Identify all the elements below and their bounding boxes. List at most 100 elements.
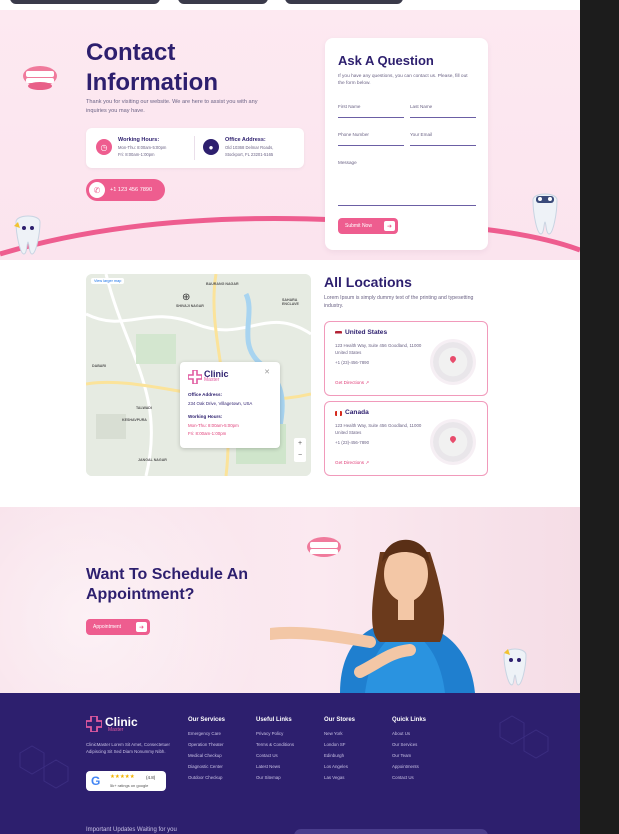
working-hours-line: Fri: 8:00am-1:00pm bbox=[118, 151, 155, 157]
footer-column-services: Our Services Emergency Care Operation Th… bbox=[188, 717, 225, 786]
get-directions-link[interactable]: Get Directions ↗ bbox=[335, 460, 369, 466]
phone-icon: ✆ bbox=[89, 182, 105, 198]
location-card: Canada 123 Health Way, Suite 456 Goodlan… bbox=[324, 401, 488, 476]
footer-column-stores: Our Stores New York London SF Edinburgh … bbox=[324, 717, 355, 786]
location-icon: ● bbox=[203, 139, 219, 155]
footer-description: ClinicMaster Lorem Sit Amet, Consectetue… bbox=[86, 742, 170, 754]
google-icon: G bbox=[91, 774, 101, 788]
footer-column-useful-links: Useful Links Privacy Policy Terms & Cond… bbox=[256, 717, 294, 786]
map-embed[interactable]: View larger map BAURANG NAGAR SAHARA ENC… bbox=[86, 274, 311, 476]
mini-map bbox=[433, 422, 473, 462]
get-directions-link[interactable]: Get Directions ↗ bbox=[335, 380, 369, 386]
close-icon[interactable]: ✕ bbox=[264, 368, 270, 376]
locations-section: View larger map BAURANG NAGAR SAHARA ENC… bbox=[0, 260, 580, 507]
google-rating-badge[interactable]: G ★★★★★ (4.8) 5k+ ratings on google bbox=[86, 771, 166, 791]
footer-column-heading: Useful Links bbox=[256, 717, 292, 723]
popup-hours-line: Mon-Thu: 8:00am-5:00pm bbox=[188, 423, 239, 428]
mini-map bbox=[433, 342, 473, 382]
office-address-line: Old 10368 Delmar Roads, bbox=[225, 145, 274, 150]
map-label: BAURANG NAGAR bbox=[206, 282, 239, 286]
info-card: ◷ Working Hours: Mon-Thu: 8:00am-5:00pm … bbox=[86, 128, 304, 168]
rating-stars: ★★★★★ bbox=[110, 774, 135, 780]
popup-office-label: Office Address: bbox=[188, 392, 223, 397]
phone-number: +1 123 456 7890 bbox=[110, 187, 153, 193]
location-address: 123 Health Way, Suite 456 Goodland, 1100… bbox=[335, 343, 422, 355]
working-hours: ◷ Working Hours: Mon-Thu: 8:00am-5:00pm … bbox=[96, 137, 166, 158]
footer-link[interactable]: About Us bbox=[392, 731, 426, 742]
top-nav-pill[interactable] bbox=[178, 0, 268, 4]
footer-link[interactable]: Terms & Conditions bbox=[256, 742, 294, 753]
form-subtitle: If you have any questions, you can conta… bbox=[338, 74, 468, 86]
footer: Clinic Master ClinicMaster Lorem Sit Ame… bbox=[0, 693, 580, 834]
popup-hours-line: Fri: 8:00am-1:00pm bbox=[188, 431, 227, 436]
map-label: SHIVAJI NAGAR bbox=[176, 304, 204, 308]
doctor-illustration bbox=[270, 539, 475, 693]
arrow-right-icon: ➜ bbox=[384, 221, 395, 231]
appointment-button[interactable]: Appointment ➜ bbox=[86, 619, 150, 635]
footer-link[interactable]: Medical Checkup bbox=[188, 753, 225, 764]
footer-link[interactable]: Appointments bbox=[392, 764, 426, 775]
footer-link[interactable]: Emergency Care bbox=[188, 731, 225, 742]
popup-hours-label: Working Hours: bbox=[188, 414, 223, 419]
us-flag-icon bbox=[335, 331, 342, 336]
footer-link[interactable]: Las Vegas bbox=[324, 775, 355, 786]
footer-link[interactable]: London SF bbox=[324, 742, 355, 753]
newsletter-input[interactable] bbox=[294, 829, 488, 834]
map-info-popup: Clinic Master ✕ Office Address: 234 Oak … bbox=[180, 362, 280, 448]
footer-link[interactable]: Contact Us bbox=[256, 753, 294, 764]
question-form: Ask A Question If you have any questions… bbox=[325, 38, 488, 250]
appointment-section: Want To Schedule An Appointment? Appoint… bbox=[0, 507, 580, 693]
submit-button[interactable]: Submit Now ➜ bbox=[338, 218, 398, 234]
working-hours-line: Mon-Thu: 8:00am-5:00pm bbox=[118, 145, 167, 150]
footer-column-heading: Our Stores bbox=[324, 717, 356, 723]
message-field[interactable]: Message bbox=[338, 160, 476, 206]
last-name-field[interactable]: Last Name bbox=[410, 104, 476, 118]
footer-link[interactable]: Diagnostic Center bbox=[188, 764, 225, 775]
footer-link[interactable]: Our Services bbox=[392, 742, 426, 753]
footer-link[interactable]: Privacy Policy bbox=[256, 731, 294, 742]
locations-title: All Locations bbox=[324, 274, 412, 290]
view-larger-map-link[interactable]: View larger map bbox=[91, 278, 125, 284]
locations-subtitle: Lorem Ipsum is simply dummy text of the … bbox=[324, 295, 474, 309]
clinic-logo-icon bbox=[188, 370, 202, 384]
appointment-title: Want To Schedule An Appointment? bbox=[86, 566, 249, 603]
form-title: Ask A Question bbox=[338, 53, 434, 68]
footer-link[interactable]: Outdoor Checkup bbox=[188, 775, 225, 786]
first-name-field[interactable]: First Name bbox=[338, 104, 404, 118]
footer-link[interactable]: Our Team bbox=[392, 753, 426, 764]
footer-link[interactable]: Our Sitemap bbox=[256, 775, 294, 786]
phone-number-field[interactable]: Phone Number bbox=[338, 132, 404, 146]
tooth-mascot-icon bbox=[532, 193, 558, 235]
footer-link[interactable]: Edinburgh bbox=[324, 753, 355, 764]
top-nav-pill[interactable] bbox=[285, 0, 403, 4]
page: Contact Information Thank you for visiti… bbox=[0, 0, 580, 834]
location-name: United States bbox=[345, 329, 388, 336]
location-phone: +1 (23)-456-7890 bbox=[335, 360, 370, 365]
email-field[interactable]: Your Email bbox=[410, 132, 476, 146]
contact-subtitle: Thank you for visiting our website. We a… bbox=[86, 99, 258, 114]
footer-link[interactable]: Los Angeles bbox=[324, 764, 355, 775]
footer-link[interactable]: Operation Theater bbox=[188, 742, 225, 753]
appointment-label: Appointment bbox=[93, 624, 122, 630]
footer-link[interactable]: Latest News bbox=[256, 764, 294, 775]
map-label: SAHARA ENCLAVE bbox=[282, 298, 299, 306]
tooth-mascot-icon bbox=[503, 648, 527, 686]
footer-brand-sub: Master bbox=[108, 727, 124, 733]
office-address-title: Office Address: bbox=[225, 137, 266, 143]
teeth-icon bbox=[23, 66, 57, 90]
map-label: TALWADI bbox=[136, 406, 152, 410]
map-zoom-control[interactable]: + − bbox=[294, 438, 306, 462]
rating-value: (4.8) bbox=[146, 775, 156, 780]
footer-link[interactable]: New York bbox=[324, 731, 355, 742]
divider bbox=[194, 136, 195, 160]
zoom-cursor-icon: ⊕ bbox=[182, 292, 191, 303]
map-pin-icon bbox=[448, 354, 458, 364]
phone-button[interactable]: ✆ +1 123 456 7890 bbox=[86, 179, 165, 201]
location-card: United States 123 Health Way, Suite 456 … bbox=[324, 321, 488, 396]
contact-section: Contact Information Thank you for visiti… bbox=[0, 10, 580, 260]
footer-link[interactable]: Contact Us bbox=[392, 775, 426, 786]
top-nav-pill[interactable] bbox=[10, 0, 160, 4]
clock-icon: ◷ bbox=[96, 139, 112, 155]
map-pin-icon bbox=[448, 434, 458, 444]
map-label: KESHAVPURA bbox=[122, 418, 147, 422]
